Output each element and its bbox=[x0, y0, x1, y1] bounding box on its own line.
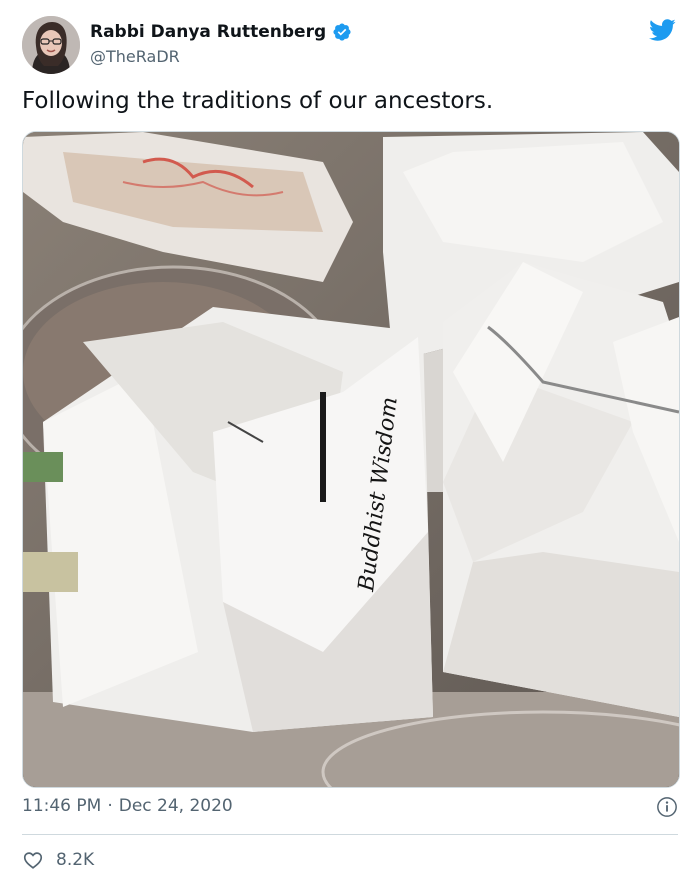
tweet-time: 11:46 PM bbox=[22, 796, 102, 816]
avatar[interactable] bbox=[22, 16, 80, 74]
like-count: 8.2K bbox=[56, 850, 95, 870]
author-handle[interactable]: @TheRaDR bbox=[90, 47, 180, 66]
heart-icon bbox=[23, 852, 43, 869]
verified-badge-icon bbox=[333, 23, 351, 41]
divider bbox=[22, 834, 678, 835]
tweet-date: Dec 24, 2020 bbox=[118, 796, 233, 816]
tweet-photo[interactable]: Buddhist Wisdom bbox=[22, 131, 680, 788]
info-icon[interactable] bbox=[656, 796, 678, 818]
meta-separator: · bbox=[107, 796, 113, 816]
author-row: Rabbi Danya Ruttenberg bbox=[90, 22, 352, 42]
tweet-timestamp[interactable]: 11:46 PM · Dec 24, 2020 bbox=[22, 796, 233, 816]
twitter-bird-icon[interactable] bbox=[646, 16, 678, 44]
tweet-card: Rabbi Danya Ruttenberg @TheRaDR Followin… bbox=[0, 0, 700, 888]
like-button[interactable]: 8.2K bbox=[22, 849, 94, 871]
tweet-text: Following the traditions of our ancestor… bbox=[22, 88, 494, 114]
author-name[interactable]: Rabbi Danya Ruttenberg bbox=[90, 22, 326, 42]
